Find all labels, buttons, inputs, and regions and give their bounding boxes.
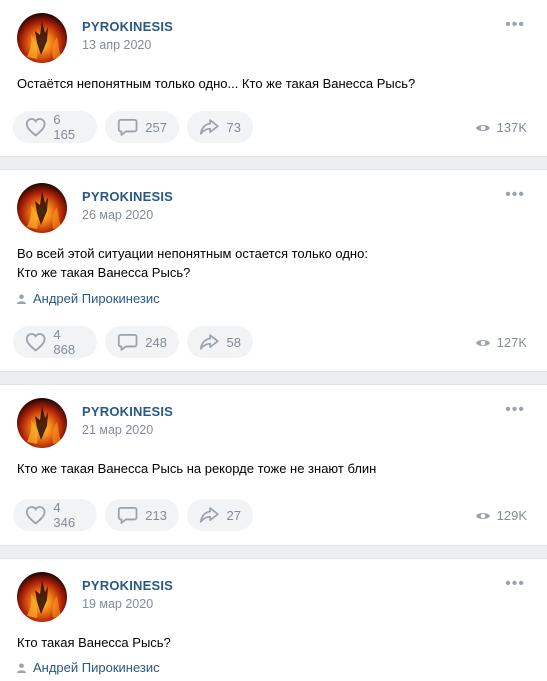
more-horizontal-icon[interactable]: ••• — [505, 402, 525, 418]
post-separator — [0, 371, 547, 385]
post-text: Остаётся непонятным только одно... Кто ж… — [17, 74, 415, 93]
post-separator — [0, 156, 547, 170]
post-separator — [0, 545, 547, 559]
post-text: Кто такая Ванесса Рысь? — [17, 633, 171, 652]
eye-icon — [475, 339, 490, 346]
share-button[interactable]: 27 — [187, 499, 253, 531]
post-date[interactable]: 13 апр 2020 — [82, 38, 151, 52]
post-date[interactable]: 26 мар 2020 — [82, 208, 153, 222]
view-count: 127K — [496, 335, 527, 350]
comment-button[interactable]: 248 — [105, 326, 179, 358]
post-text-line: Кто такая Ванесса Рысь? — [17, 635, 171, 650]
more-horizontal-icon[interactable]: ••• — [505, 187, 525, 203]
post-actions: 4 346 213 27 — [13, 499, 253, 531]
more-horizontal-icon[interactable]: ••• — [505, 576, 525, 592]
post-author[interactable]: PYROKINESIS — [82, 189, 173, 204]
view-count: 129K — [496, 508, 527, 523]
view-counter: 129K — [475, 508, 527, 523]
signer-name[interactable]: Андрей Пирокинезис — [33, 291, 160, 306]
post-author[interactable]: PYROKINESIS — [82, 19, 173, 34]
share-button[interactable]: 58 — [187, 326, 253, 358]
post-author[interactable]: PYROKINESIS — [82, 578, 173, 593]
heart-icon — [25, 333, 46, 352]
wall-post: PYROKINESIS 26 мар 2020 ••• Во всей этой… — [0, 170, 547, 371]
news-feed: PYROKINESIS 13 апр 2020 ••• Остаётся неп… — [0, 0, 547, 681]
post-text-line: Кто же такая Ванесса Рысь на рекорде тож… — [17, 461, 377, 476]
share-arrow-icon — [199, 507, 219, 523]
avatar[interactable] — [17, 183, 67, 233]
post-text-line: Во всей этой ситуации непонятным остаетс… — [17, 246, 368, 261]
like-button[interactable]: 6 165 — [13, 111, 97, 143]
post-text-line: Остаётся непонятным только одно... Кто ж… — [17, 76, 416, 91]
post-author[interactable]: PYROKINESIS — [82, 404, 173, 419]
comment-bubble-icon — [117, 119, 138, 136]
heart-icon — [25, 118, 46, 137]
view-counter: 137K — [475, 120, 527, 135]
comment-bubble-icon — [117, 334, 138, 351]
eye-icon — [475, 512, 490, 519]
comment-count: 213 — [145, 507, 167, 523]
like-count: 6 165 — [53, 112, 76, 142]
like-count: 4 868 — [53, 327, 76, 357]
post-actions: 4 868 248 58 — [13, 326, 253, 358]
view-counter: 127K — [475, 335, 527, 350]
like-count: 4 346 — [53, 500, 76, 530]
comment-bubble-icon — [117, 507, 138, 524]
avatar[interactable] — [17, 572, 67, 622]
comment-count: 248 — [145, 334, 167, 350]
share-button[interactable]: 73 — [187, 111, 253, 143]
post-text-line: Кто же такая Ванесса Рысь? — [17, 265, 191, 280]
post-signer[interactable]: Андрей Пирокинезис — [17, 291, 160, 306]
signer-name[interactable]: Андрей Пирокинезис — [33, 660, 160, 675]
like-button[interactable]: 4 346 — [13, 499, 97, 531]
share-count: 58 — [226, 334, 241, 350]
wall-post: PYROKINESIS 19 мар 2020 ••• Кто такая Ва… — [0, 559, 547, 681]
share-count: 73 — [226, 119, 241, 135]
user-icon — [17, 294, 26, 304]
post-text: Кто же такая Ванесса Рысь на рекорде тож… — [17, 459, 376, 478]
heart-icon — [25, 506, 46, 525]
wall-post: PYROKINESIS 13 апр 2020 ••• Остаётся неп… — [0, 0, 547, 156]
comment-button[interactable]: 257 — [105, 111, 179, 143]
more-horizontal-icon[interactable]: ••• — [505, 17, 525, 33]
share-count: 27 — [226, 507, 241, 523]
avatar[interactable] — [17, 398, 67, 448]
comment-button[interactable]: 213 — [105, 499, 179, 531]
post-date[interactable]: 19 мар 2020 — [82, 597, 153, 611]
user-icon — [17, 663, 26, 673]
view-count: 137K — [496, 120, 527, 135]
post-signer[interactable]: Андрей Пирокинезис — [17, 660, 160, 675]
avatar[interactable] — [17, 13, 67, 63]
wall-post: PYROKINESIS 21 мар 2020 ••• Кто же такая… — [0, 385, 547, 545]
post-actions: 6 165 257 73 — [13, 111, 253, 143]
eye-icon — [475, 124, 490, 131]
share-arrow-icon — [199, 119, 219, 135]
post-date[interactable]: 21 мар 2020 — [82, 423, 153, 437]
like-button[interactable]: 4 868 — [13, 326, 97, 358]
comment-count: 257 — [145, 119, 167, 135]
share-arrow-icon — [199, 334, 219, 350]
post-text: Во всей этой ситуации непонятным остаетс… — [17, 244, 368, 282]
